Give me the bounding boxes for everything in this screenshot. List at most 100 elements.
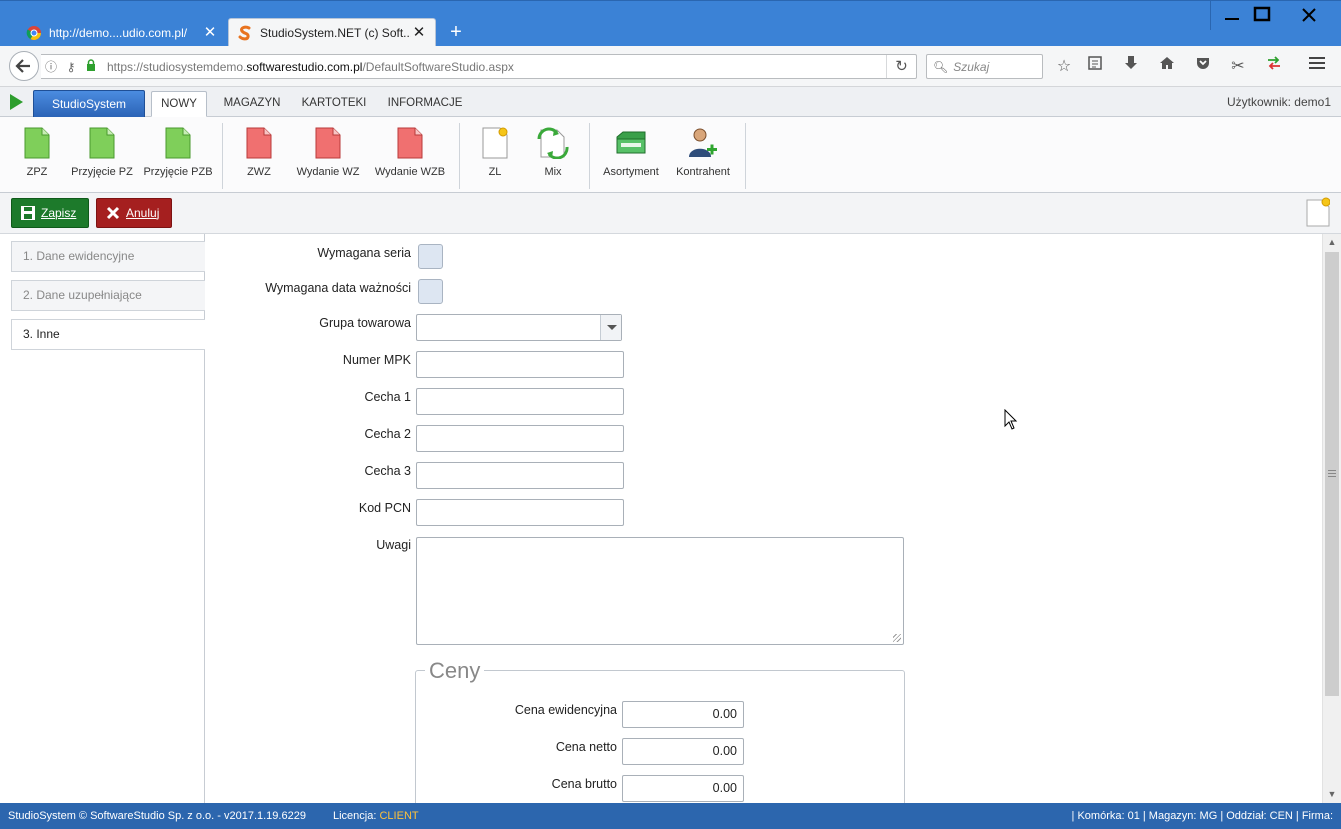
- pocket-icon[interactable]: [1191, 55, 1215, 79]
- tab-title: StudioSystem.NET (c) Soft...: [260, 26, 411, 40]
- tab-close-icon[interactable]: ✕: [202, 24, 218, 41]
- browser-titlebar: http://demo....udio.com.pl/ ✕ StudioSyst…: [0, 0, 1341, 47]
- reload-icon[interactable]: ↻: [886, 55, 916, 78]
- search-icon: 🔍︎: [933, 59, 949, 74]
- ribbon-separator: [745, 123, 746, 189]
- price-net-input[interactable]: 0.00: [622, 738, 744, 765]
- pcn-label: Kod PCN: [358, 501, 411, 515]
- save-label: Zapisz: [41, 206, 77, 220]
- download-arrow-icon[interactable]: [1119, 55, 1143, 79]
- floppy-disk-icon: [21, 206, 35, 220]
- scroll-up-arrow-icon[interactable]: ▲: [1323, 234, 1341, 251]
- address-bar[interactable]: ⓘ ⚷ https://studiosystemdemo.softwarestu…: [41, 54, 917, 79]
- ribbon-label: Wydanie WZB: [374, 166, 446, 178]
- new-document-icon: [482, 127, 508, 159]
- license-value: CLIENT: [379, 810, 419, 822]
- new-document-icon[interactable]: [1306, 197, 1330, 227]
- status-copyright: StudioSystem © SoftwareStudio Sp. z o.o.…: [8, 810, 306, 822]
- sidenav-item-dane-ewidencyjne[interactable]: 1. Dane ewidencyjne: [11, 241, 205, 272]
- red-document-icon: [397, 127, 423, 159]
- url-domain: softwarestudio.com.pl: [246, 59, 363, 74]
- group-label: Grupa towarowa: [319, 316, 411, 330]
- group-select[interactable]: [416, 314, 622, 341]
- expiry-required-checkbox[interactable]: [418, 279, 443, 304]
- ribbon-toolbar: ZPZ Przyjęcie PZ Przyjęcie PZB ZWZ Wydan…: [0, 117, 1341, 193]
- menu-tab-magazyn[interactable]: MAGAZYN: [218, 91, 286, 117]
- red-document-icon: [246, 127, 272, 159]
- app-brand-tab[interactable]: StudioSystem: [33, 90, 145, 117]
- home-icon[interactable]: [1155, 55, 1179, 79]
- reader-list-icon[interactable]: [1083, 55, 1107, 79]
- feature1-label: Cecha 1: [364, 390, 411, 404]
- price-record-input[interactable]: 0.00: [622, 701, 744, 728]
- scroll-down-arrow-icon[interactable]: ▼: [1323, 786, 1341, 803]
- chrome-favicon-icon: [26, 25, 41, 40]
- price-record-label: Cena ewidencyjna: [514, 703, 617, 717]
- ribbon-mix-button[interactable]: Mix: [531, 123, 575, 185]
- user-label: Użytkownik: demo1: [1226, 95, 1331, 109]
- new-tab-plus-icon[interactable]: +: [446, 21, 466, 43]
- feature1-input[interactable]: [416, 388, 624, 415]
- notes-textarea[interactable]: [416, 537, 904, 645]
- ribbon-wydanie-wzb-button[interactable]: Wydanie WZB: [371, 123, 449, 185]
- box-icon: [616, 131, 646, 154]
- scissors-icon[interactable]: ✂: [1226, 55, 1250, 79]
- cancel-button[interactable]: Anuluj: [96, 198, 172, 228]
- resize-grip-icon[interactable]: [893, 634, 901, 642]
- tab-title: http://demo....udio.com.pl/: [49, 25, 188, 40]
- feature2-input[interactable]: [416, 425, 624, 452]
- form-area: Wymagana seria Wymagana data ważności Gr…: [205, 234, 1322, 803]
- feature3-label: Cecha 3: [364, 464, 411, 478]
- menu-tab-informacje[interactable]: INFORMACJE: [382, 91, 468, 117]
- ribbon-wydanie-wz-button[interactable]: Wydanie WZ: [292, 123, 364, 185]
- ribbon-przyjecie-pzb-button[interactable]: Przyjęcie PZB: [142, 123, 214, 185]
- ribbon-zl-button[interactable]: ZL: [475, 123, 515, 185]
- browser-tab-inactive[interactable]: http://demo....udio.com.pl/ ✕: [18, 18, 226, 47]
- section-sidenav: 1. Dane ewidencyjne 2. Dane uzupełniając…: [0, 234, 205, 803]
- search-placeholder: Szukaj: [953, 59, 990, 74]
- url-path: /DefaultSoftwareStudio.aspx: [362, 59, 514, 74]
- info-icon[interactable]: ⓘ: [41, 58, 61, 75]
- cancel-label: Anuluj: [126, 206, 160, 220]
- sidenav-item-dane-uzupelniajace[interactable]: 2. Dane uzupełniające: [11, 280, 205, 311]
- ribbon-zpz-button[interactable]: ZPZ: [14, 123, 60, 185]
- mpk-label: Numer MPK: [342, 353, 411, 367]
- menu-tab-kartoteki[interactable]: KARTOTEKI: [298, 91, 370, 117]
- tab-close-icon[interactable]: ✕: [411, 25, 427, 41]
- ribbon-zwz-button[interactable]: ZWZ: [237, 123, 281, 185]
- bookmark-star-icon[interactable]: ☆: [1052, 55, 1076, 79]
- maximize-window-icon[interactable]: [1242, 1, 1282, 30]
- ribbon-label: Mix: [544, 166, 562, 178]
- status-context: | Komórka: 01 | Magazyn: MG | Oddział: C…: [1071, 810, 1333, 822]
- hamburger-menu-icon[interactable]: [1305, 55, 1329, 79]
- feature2-label: Cecha 2: [364, 427, 411, 441]
- feature3-input[interactable]: [416, 462, 624, 489]
- save-button[interactable]: Zapisz: [11, 198, 89, 228]
- url-text[interactable]: https://studiosystemdemo.softwarestudio.…: [101, 60, 886, 74]
- vertical-scrollbar[interactable]: ▲ ▼: [1322, 234, 1341, 803]
- price-gross-input[interactable]: 0.00: [622, 775, 744, 802]
- action-bar: Zapisz Anuluj: [0, 193, 1341, 234]
- series-required-checkbox[interactable]: [418, 244, 443, 269]
- browser-tab-active[interactable]: StudioSystem.NET (c) Soft... ✕: [228, 18, 436, 47]
- ribbon-przyjecie-pz-button[interactable]: Przyjęcie PZ: [68, 123, 136, 185]
- close-x-icon: [106, 206, 120, 220]
- ribbon-separator: [459, 123, 460, 189]
- mpk-input[interactable]: [416, 351, 624, 378]
- green-document-icon: [89, 127, 115, 159]
- status-license: Licencja: CLIENT: [333, 803, 419, 829]
- play-icon[interactable]: [10, 94, 23, 110]
- sync-arrows-icon[interactable]: [1262, 55, 1286, 79]
- close-window-icon[interactable]: [1284, 1, 1334, 30]
- back-arrow-icon[interactable]: [9, 51, 39, 81]
- license-label: Licencja:: [333, 810, 377, 822]
- ribbon-kontrahent-button[interactable]: Kontrahent: [671, 123, 735, 185]
- sidenav-item-inne[interactable]: 3. Inne: [11, 319, 205, 350]
- chevron-down-icon[interactable]: [600, 315, 621, 340]
- ribbon-label: ZL: [488, 166, 502, 178]
- menu-tab-nowy[interactable]: NOWY: [151, 91, 207, 117]
- lock-icon[interactable]: [81, 59, 101, 74]
- ribbon-asortyment-button[interactable]: Asortyment: [599, 123, 663, 185]
- pcn-input[interactable]: [416, 499, 624, 526]
- search-input[interactable]: 🔍︎ Szukaj: [926, 54, 1043, 79]
